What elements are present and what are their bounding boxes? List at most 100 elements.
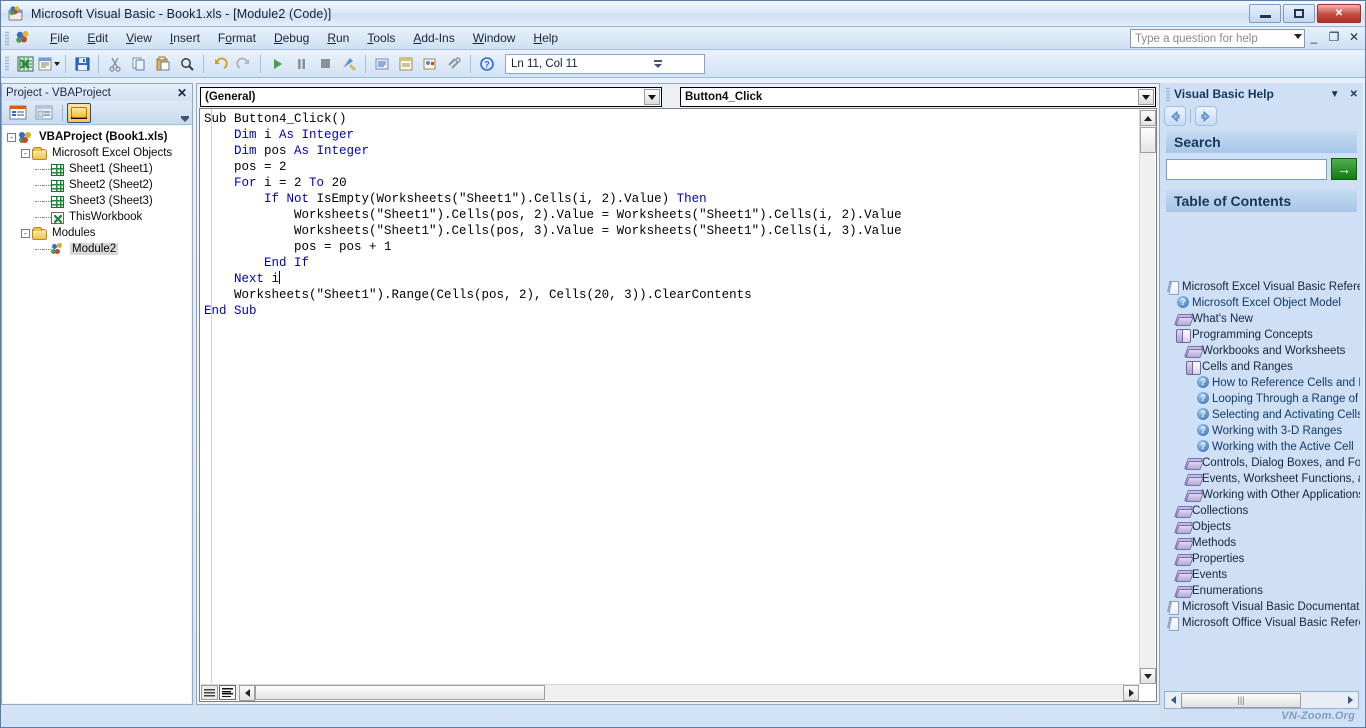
tree-item[interactable]: ThisWorkbook <box>3 209 191 225</box>
toc-item[interactable]: Programming Concepts <box>1166 327 1360 343</box>
close-button[interactable]: ✕ <box>1317 4 1361 23</box>
procedure-combo[interactable]: Button4_Click <box>680 87 1156 107</box>
toc-item[interactable]: What's New <box>1166 311 1360 327</box>
view-excel-icon[interactable] <box>14 53 36 75</box>
tree-toggle-icon[interactable]: - <box>21 148 30 158</box>
scroll-down-button[interactable] <box>1140 668 1156 684</box>
scroll-left-button[interactable] <box>1165 692 1181 708</box>
toc-item[interactable]: Looping Through a Range of <box>1166 391 1360 407</box>
view-object-icon[interactable] <box>32 103 56 123</box>
menu-item-window[interactable]: Window <box>464 28 525 48</box>
close-icon[interactable]: ✕ <box>174 86 190 100</box>
help-pane-grip[interactable] <box>1166 86 1170 102</box>
tree-item[interactable]: - Microsoft Excel Objects <box>3 145 191 161</box>
table-of-contents-list[interactable]: Microsoft Excel Visual Basic Reference Mi… <box>1166 279 1360 681</box>
help-scroll-thumb[interactable]: ||| <box>1181 692 1301 708</box>
procedure-view-icon[interactable] <box>201 685 218 700</box>
toc-item[interactable]: Working with Other Applications <box>1166 487 1360 503</box>
mdi-minimize-icon[interactable]: _ <box>1307 30 1321 44</box>
toc-item[interactable]: Cells and Ranges <box>1166 359 1360 375</box>
toc-item[interactable]: Properties <box>1166 551 1360 567</box>
toc-item[interactable]: Microsoft Excel Object Model <box>1166 295 1360 311</box>
menu-item-tools[interactable]: Tools <box>358 28 404 48</box>
scroll-left-button[interactable] <box>239 684 255 701</box>
chevron-down-icon[interactable]: ▼ <box>1325 89 1345 100</box>
toc-item[interactable]: Microsoft Office Visual Basic Reference <box>1166 615 1360 631</box>
chevron-down-icon[interactable] <box>1294 34 1302 39</box>
reset-icon[interactable] <box>314 53 336 75</box>
back-icon[interactable] <box>1164 106 1186 126</box>
toolbar-grip[interactable] <box>5 56 9 71</box>
menu-item-run[interactable]: Run <box>318 28 358 48</box>
object-browser-icon[interactable] <box>419 53 441 75</box>
tree-toggle-icon[interactable]: - <box>21 228 30 238</box>
menu-item-help[interactable]: Help <box>524 28 567 48</box>
toc-item[interactable]: Workbooks and Worksheets <box>1166 343 1360 359</box>
redo-icon[interactable] <box>233 53 255 75</box>
toc-item[interactable]: Enumerations <box>1166 583 1360 599</box>
mdi-restore-icon[interactable]: ❐ <box>1327 30 1341 44</box>
find-icon[interactable] <box>176 53 198 75</box>
copy-icon[interactable] <box>128 53 150 75</box>
search-go-button[interactable]: → <box>1331 158 1357 180</box>
project-toolbar-overflow-icon[interactable] <box>181 116 189 122</box>
toolbox-icon[interactable] <box>443 53 465 75</box>
code-editor-area[interactable]: Sub Button4_Click() Dim i As Integer Dim… <box>199 108 1157 702</box>
help-horizontal-scrollbar[interactable]: ||| <box>1164 691 1359 709</box>
save-icon[interactable] <box>71 53 93 75</box>
minimize-button[interactable] <box>1249 4 1281 23</box>
toc-item[interactable]: Objects <box>1166 519 1360 535</box>
menu-item-add-ins[interactable]: Add-Ins <box>404 28 463 48</box>
chevron-down-icon[interactable] <box>644 89 660 105</box>
toc-item[interactable]: Controls, Dialog Boxes, and Forn <box>1166 455 1360 471</box>
toc-item[interactable]: Selecting and Activating Cells <box>1166 407 1360 423</box>
code-vertical-scrollbar[interactable] <box>1139 110 1156 684</box>
undo-icon[interactable] <box>209 53 231 75</box>
cut-icon[interactable] <box>104 53 126 75</box>
vertical-scroll-thumb[interactable] <box>1140 127 1156 153</box>
search-input[interactable] <box>1166 158 1327 180</box>
tree-item[interactable]: Sheet1 (Sheet1) <box>3 161 191 177</box>
menu-item-edit[interactable]: Edit <box>78 28 117 48</box>
menu-grip[interactable] <box>5 30 9 46</box>
toc-item[interactable]: Collections <box>1166 503 1360 519</box>
tree-item[interactable]: - VBAProject (Book1.xls) <box>3 129 191 145</box>
toc-item[interactable]: Microsoft Visual Basic Documentation <box>1166 599 1360 615</box>
mdi-close-icon[interactable]: ✕ <box>1347 30 1361 44</box>
menu-item-debug[interactable]: Debug <box>265 28 318 48</box>
toc-item[interactable]: Methods <box>1166 535 1360 551</box>
run-icon[interactable] <box>266 53 288 75</box>
tree-item[interactable]: Module2 <box>3 241 191 257</box>
menu-item-format[interactable]: Format <box>209 28 265 48</box>
toc-item[interactable]: Events <box>1166 567 1360 583</box>
chevron-down-icon[interactable] <box>1138 89 1154 105</box>
toc-item[interactable]: Working with the Active Cell <box>1166 439 1360 455</box>
toggle-folders-icon[interactable] <box>67 102 91 123</box>
tree-toggle-icon[interactable]: - <box>7 132 16 142</box>
tree-item[interactable]: Sheet3 (Sheet3) <box>3 193 191 209</box>
tree-item[interactable]: - Modules <box>3 225 191 241</box>
paste-icon[interactable] <box>152 53 174 75</box>
menu-item-view[interactable]: View <box>117 28 161 48</box>
scroll-right-button[interactable] <box>1123 684 1139 701</box>
tree-item[interactable]: Sheet2 (Sheet2) <box>3 177 191 193</box>
forward-icon[interactable] <box>1195 106 1217 126</box>
full-module-view-icon[interactable] <box>219 685 236 700</box>
scroll-right-button[interactable] <box>1342 692 1358 708</box>
toolbar-overflow-icon[interactable] <box>653 55 663 73</box>
help-question-input[interactable]: Type a question for help <box>1130 29 1305 48</box>
properties-window-icon[interactable] <box>395 53 417 75</box>
view-code-icon[interactable] <box>6 103 30 123</box>
toc-item[interactable]: Events, Worksheet Functions, a <box>1166 471 1360 487</box>
menu-item-insert[interactable]: Insert <box>161 28 209 48</box>
break-icon[interactable] <box>290 53 312 75</box>
horizontal-scroll-thumb[interactable] <box>255 685 545 700</box>
toc-item[interactable]: How to Reference Cells and R <box>1166 375 1360 391</box>
toc-item[interactable]: Working with 3-D Ranges <box>1166 423 1360 439</box>
insert-module-icon[interactable] <box>38 53 60 75</box>
menu-item-file[interactable]: File <box>41 28 78 48</box>
design-mode-icon[interactable] <box>338 53 360 75</box>
project-explorer-icon[interactable] <box>371 53 393 75</box>
toc-item[interactable]: Microsoft Excel Visual Basic Reference <box>1166 279 1360 295</box>
help-icon[interactable]: ? <box>476 53 498 75</box>
